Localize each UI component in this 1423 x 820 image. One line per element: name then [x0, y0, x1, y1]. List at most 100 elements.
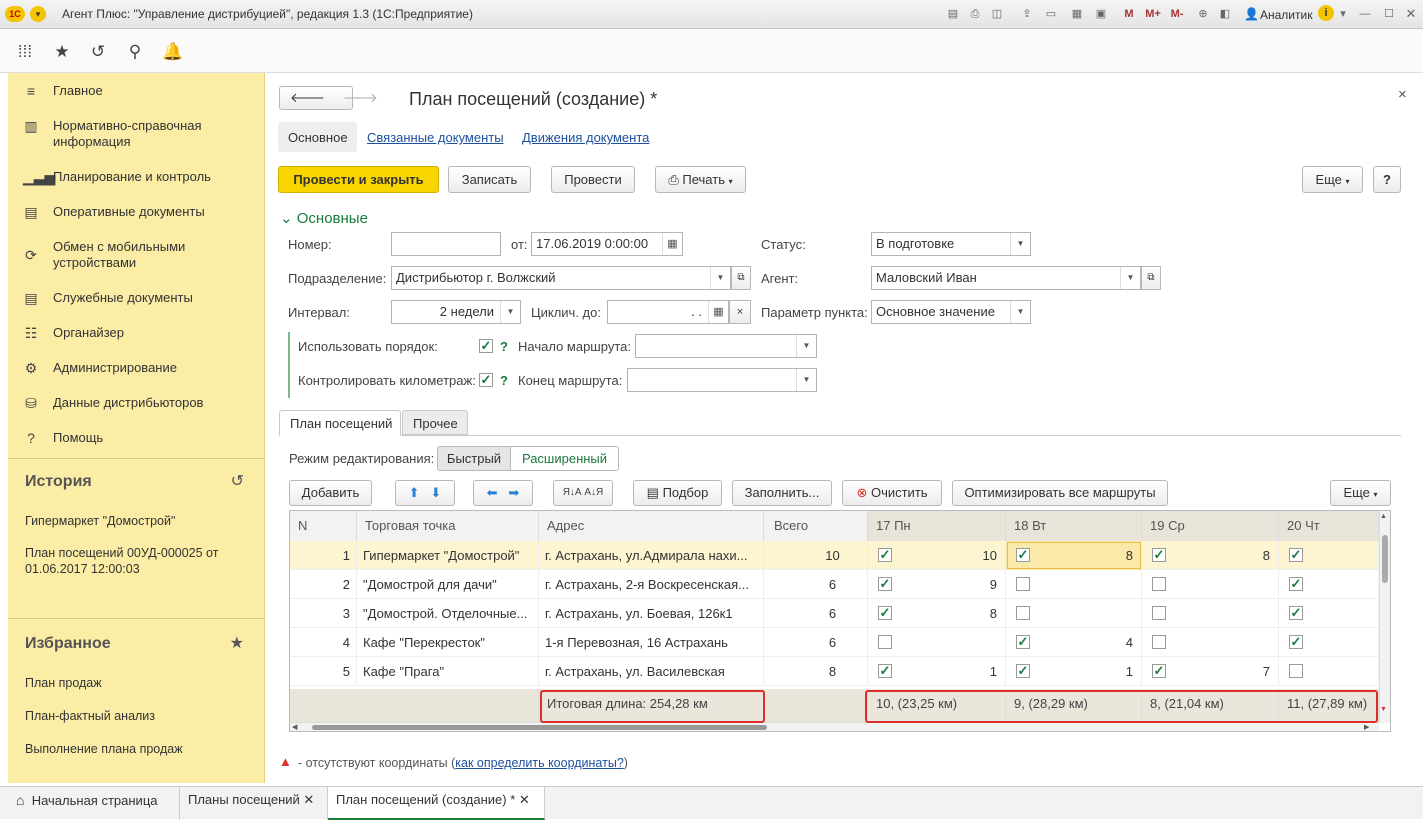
memory-plus-icon[interactable]: M+ [1142, 7, 1164, 21]
visit-checkbox[interactable] [1152, 577, 1166, 591]
route-start-select[interactable]: ▼ [635, 334, 817, 358]
visit-checkbox[interactable] [878, 635, 892, 649]
visit-checkbox[interactable] [1152, 635, 1166, 649]
cell-total[interactable]: 6 [764, 628, 868, 657]
cell-n[interactable]: 3 [290, 599, 357, 628]
minimize-icon[interactable]: — [1358, 7, 1372, 21]
chevron-down-icon[interactable]: ▼ [796, 335, 816, 357]
visit-checkbox[interactable]: ✓ [1289, 606, 1303, 620]
table-row[interactable]: 3 "Домострой. Отделочные... г. Астрахань, … [290, 599, 1379, 628]
cell-day[interactable]: ✓ 8 [1142, 541, 1279, 570]
cell-total[interactable]: 8 [764, 657, 868, 686]
chevron-down-icon[interactable]: ▼ [710, 267, 730, 289]
tab-visit-plan[interactable]: План посещений [279, 410, 401, 436]
cell-day[interactable]: ✓ 1 [868, 657, 1006, 686]
edit-mode-fast[interactable]: Быстрый [437, 446, 511, 471]
visit-checkbox[interactable]: ✓ [1289, 548, 1303, 562]
history-icon[interactable]: ↺ [231, 471, 244, 491]
tab-other[interactable]: Прочее [402, 410, 468, 435]
close-tab-icon[interactable]: ✕ [303, 792, 314, 807]
column-header[interactable]: Всего [764, 511, 868, 541]
cell-day[interactable] [1006, 570, 1142, 599]
pick-button[interactable]: ▤ Подбор [633, 480, 722, 506]
cell-day[interactable] [1142, 570, 1279, 599]
agent-select[interactable]: Маловский Иван ▼ [871, 266, 1141, 290]
favorites-star-icon[interactable]: ★ [230, 633, 244, 653]
cell-day[interactable] [868, 628, 1006, 657]
visit-checkbox[interactable] [1289, 664, 1303, 678]
interval-select[interactable]: 2 недели ▼ [391, 300, 521, 324]
info-icon[interactable]: i [1318, 5, 1334, 21]
post-and-close-button[interactable]: Провести и закрыть [278, 166, 439, 193]
close-form-icon[interactable]: × [1398, 86, 1407, 103]
panels-icon[interactable]: ◧ [1218, 7, 1232, 21]
cell-address[interactable]: г. Астрахань, ул. Василевская [539, 657, 764, 686]
column-header[interactable]: Адрес [539, 511, 764, 541]
visit-checkbox[interactable]: ✓ [1016, 548, 1030, 562]
sort-asc-icon[interactable]: Я↓А [563, 487, 582, 498]
cell-day[interactable] [1279, 657, 1379, 686]
cell-address[interactable]: г. Астрахань, ул.Адмирала нахи... [539, 541, 764, 570]
search-icon[interactable]: ⚲ [125, 42, 145, 62]
cell-address[interactable]: г. Астрахань, ул. Боевая, 126к1 [539, 599, 764, 628]
cell-n[interactable]: 5 [290, 657, 357, 686]
cell-point[interactable]: "Домострой. Отделочные... [357, 599, 539, 628]
cell-day[interactable]: ✓ 7 [1142, 657, 1279, 686]
chevron-down-icon[interactable]: ▼ [796, 369, 816, 391]
visit-checkbox[interactable] [1152, 606, 1166, 620]
fill-button[interactable]: Заполнить... [732, 480, 832, 506]
favorites-star-icon[interactable]: ★ [52, 42, 72, 62]
visit-checkbox[interactable] [1016, 606, 1030, 620]
scroll-right-icon[interactable]: ▶ [1364, 723, 1369, 731]
vertical-scrollbar[interactable]: ▲ ▼ [1379, 511, 1390, 723]
point-param-select[interactable]: Основное значение ▼ [871, 300, 1031, 324]
visit-checkbox[interactable]: ✓ [1016, 664, 1030, 678]
cell-n[interactable]: 1 [290, 541, 357, 570]
close-tab-icon[interactable]: ✕ [519, 792, 530, 807]
division-select[interactable]: Дистрибьютор г. Волжский ▼ [391, 266, 731, 290]
table-row[interactable]: 2 "Домострой для дачи" г. Астрахань, 2-я В… [290, 570, 1379, 599]
grid-more-button[interactable]: Еще ▾ [1330, 480, 1391, 506]
arrow-up-icon[interactable]: ⬆ [409, 485, 420, 500]
add-button[interactable]: Добавить [289, 480, 372, 506]
cell-day[interactable] [1006, 599, 1142, 628]
cell-total[interactable]: 6 [764, 599, 868, 628]
section-toggle[interactable]: ⌄ Основные [280, 209, 368, 227]
maximize-icon[interactable]: ☐ [1382, 7, 1396, 21]
visit-checkbox[interactable]: ✓ [878, 664, 892, 678]
tab-doc-movements[interactable]: Движения документа [522, 130, 649, 145]
calendar-icon[interactable]: ▦ [708, 301, 728, 323]
sort-desc-icon[interactable]: А↓Я [584, 487, 603, 498]
main-menu-button[interactable]: ▾ [30, 6, 46, 22]
chevron-down-icon[interactable]: ▾ [1336, 7, 1350, 21]
favorite-item[interactable]: Выполнение плана продаж [25, 741, 255, 757]
cell-address[interactable]: 1-я Перевозная, 16 Астрахань [539, 628, 764, 657]
chevron-down-icon[interactable]: ▼ [500, 301, 520, 323]
column-header[interactable]: Торговая точка [357, 511, 539, 541]
visit-checkbox[interactable]: ✓ [1016, 635, 1030, 649]
edit-mode-extended[interactable]: Расширенный [510, 446, 619, 471]
scroll-up-icon[interactable]: ▲ [1380, 513, 1387, 520]
cell-day[interactable]: ✓ [1279, 628, 1379, 657]
cell-day[interactable]: ✓ [1279, 541, 1379, 570]
scroll-left-icon[interactable]: ◀ [292, 723, 297, 731]
chevron-down-icon[interactable]: ▼ [1010, 301, 1030, 323]
save-icon[interactable]: ▤ [946, 7, 960, 21]
cell-point[interactable]: "Домострой для дачи" [357, 570, 539, 599]
visit-checkbox[interactable]: ✓ [878, 548, 892, 562]
cell-point[interactable]: Кафе "Прага" [357, 657, 539, 686]
cell-n[interactable]: 2 [290, 570, 357, 599]
arrow-down-icon[interactable]: ⬇ [430, 485, 441, 500]
apps-grid-icon[interactable]: ⁞⁞⁞ [15, 42, 35, 62]
preview-icon[interactable]: ◫ [990, 7, 1004, 21]
date-input[interactable]: 17.06.2019 0:00:00 ▦ [531, 232, 683, 256]
column-header[interactable]: 18 Вт [1006, 511, 1142, 541]
cell-day[interactable] [1142, 599, 1279, 628]
use-order-checkbox[interactable]: ✓ [479, 339, 493, 353]
help-icon[interactable]: ? [500, 339, 508, 354]
calendar-icon[interactable]: ▦ [662, 233, 682, 255]
tab-related-docs[interactable]: Связанные документы [367, 130, 504, 145]
print-button[interactable]: ⎙ Печать ▾ [655, 166, 746, 193]
cell-point[interactable]: Кафе "Перекресток" [357, 628, 539, 657]
calendar-icon[interactable]: ▣ [1094, 7, 1108, 21]
